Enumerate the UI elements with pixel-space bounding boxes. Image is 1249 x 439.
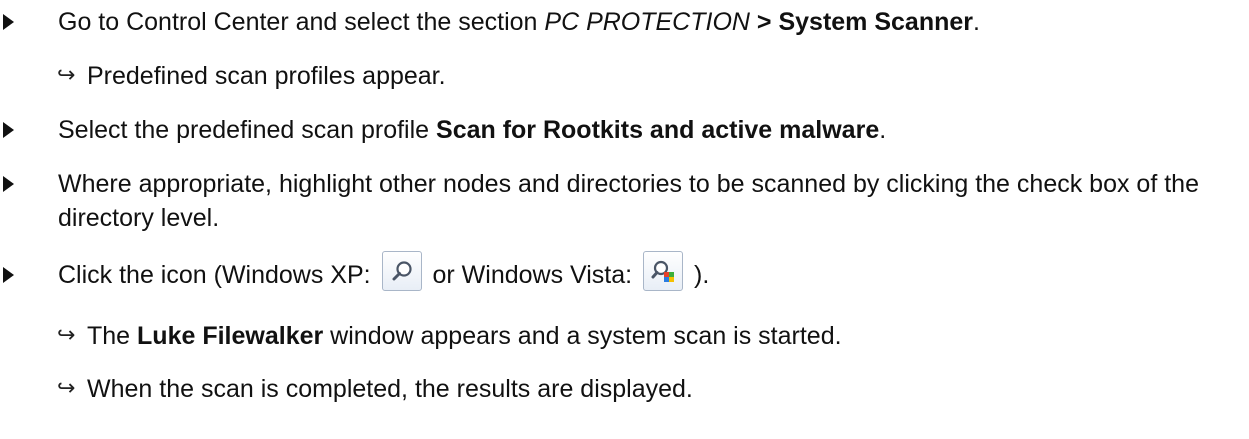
profile-name-bold: Scan for Rootkits and active malware [436, 116, 880, 144]
window-name-bold: Luke Filewalker [137, 322, 324, 350]
result-text-segment: window appears and a system scan is star… [323, 322, 842, 350]
step-text-segment: Click the icon (Windows XP: [58, 261, 378, 289]
step-text: Where appropriate, highlight other nodes… [58, 170, 1199, 232]
step-text-segment: Go to Control Center and select the sect… [58, 8, 545, 36]
magnifier-color-icon [643, 251, 684, 292]
section-name-italic: PC PROTECTION [544, 8, 750, 36]
result-text: Predefined scan profiles appear. [87, 62, 446, 90]
result-arrow-icon: ↪ [57, 63, 76, 88]
step-text: Click the icon (Windows XP: or Windows V… [58, 251, 1245, 292]
step-text-segment: . [879, 116, 887, 144]
bullet-triangle-icon [3, 176, 14, 192]
magnifier-icon [381, 251, 422, 292]
bullet-triangle-icon [3, 14, 14, 30]
step-text: Select the predefined scan profile Scan … [58, 113, 1245, 147]
result-arrow-icon: ↪ [57, 376, 76, 401]
section-subname-bold: System Scanner [778, 8, 974, 36]
result-text-segment: The [87, 322, 138, 350]
step-text: Go to Control Center and select the sect… [58, 5, 1245, 39]
result-text: When the scan is completed, the results … [87, 375, 693, 403]
result-arrow-icon: ↪ [57, 323, 76, 348]
step-text-segment: or Windows Vista: [425, 261, 640, 289]
separator-bold: > [749, 8, 779, 36]
instructions-page: Go to Control Center and select the sect… [0, 0, 1249, 439]
step-text-segment: Select the predefined scan profile [58, 116, 437, 144]
step-text-segment: . [973, 8, 980, 36]
step-text-segment: ). [687, 261, 710, 289]
bullet-triangle-icon [3, 122, 14, 138]
result-text: The Luke Filewalker window appears and a… [87, 319, 842, 353]
bullet-triangle-icon [3, 267, 14, 283]
